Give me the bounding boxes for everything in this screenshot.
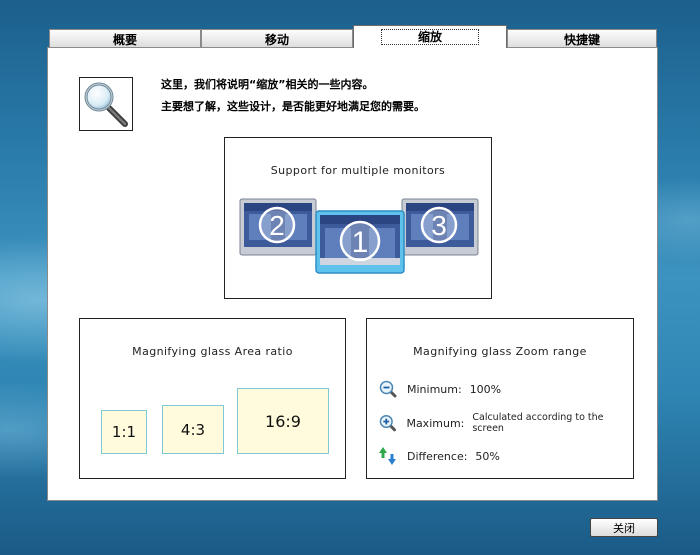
area-ratio-title: Magnifying glass Area ratio: [132, 345, 293, 358]
monitor-2-number: 2: [269, 210, 285, 241]
zoom-range-title: Magnifying glass Zoom range: [413, 345, 587, 358]
tab-move[interactable]: 移动: [201, 29, 353, 48]
zoom-minimum-value: 100%: [469, 382, 502, 396]
zoom-maximum-row: Maximum: Calculated according to the scr…: [379, 412, 633, 434]
intro-line-1: 这里，我们将说明“缩放”相关的一些内容。: [161, 78, 374, 91]
tab-move-label: 移动: [264, 32, 289, 47]
tab-shortcuts-label: 快捷键: [563, 32, 600, 47]
area-ratio-box: Magnifying glass Area ratio 1:1 4:3 16:9: [79, 318, 346, 479]
zoom-range-box: Magnifying glass Zoom range Minimum: 100…: [366, 318, 634, 479]
magnifier-icon: [84, 82, 128, 127]
zoom-minimum-label: Minimum:: [407, 382, 462, 396]
ratio-16-9[interactable]: 16:9: [237, 388, 329, 454]
zoom-difference-row: Difference: 50%: [379, 446, 500, 466]
tab-zoom[interactable]: 缩放: [353, 25, 507, 48]
monitors-box: Support for multiple monitors 2 3 1: [224, 137, 492, 299]
monitor-2-icon: 2: [239, 198, 317, 256]
monitor-3-number: 3: [431, 210, 447, 241]
up-down-arrows-icon: [379, 447, 396, 465]
ratio-1-1[interactable]: 1:1: [101, 410, 147, 454]
zoom-out-icon: [379, 380, 397, 398]
tab-zoom-label: 缩放: [380, 29, 479, 45]
intro-icon-frame: [79, 77, 133, 131]
tab-overview[interactable]: 概要: [49, 29, 201, 48]
zoom-in-icon: [379, 415, 396, 432]
zoom-maximum-label: Maximum:: [406, 416, 465, 430]
ratio-4-3[interactable]: 4:3: [162, 405, 224, 454]
intro-line-2: 主要想了解，这些设计，是否能更好地满足您的需要。: [161, 100, 425, 113]
zoom-minimum-row: Minimum: 100%: [379, 379, 501, 399]
monitor-1-number: 1: [352, 226, 369, 259]
monitors-box-title: Support for multiple monitors: [270, 164, 446, 177]
zoom-difference-value: 50%: [475, 449, 500, 463]
zoom-maximum-value: Calculated according to the screen: [472, 412, 604, 434]
tab-overview-label: 概要: [112, 32, 137, 47]
monitor-3-icon: 3: [401, 198, 479, 256]
zoom-difference-label: Difference:: [407, 449, 468, 463]
tab-shortcuts[interactable]: 快捷键: [507, 29, 657, 48]
monitor-1-icon: 1: [315, 210, 405, 274]
close-button[interactable]: 关闭: [590, 518, 658, 537]
